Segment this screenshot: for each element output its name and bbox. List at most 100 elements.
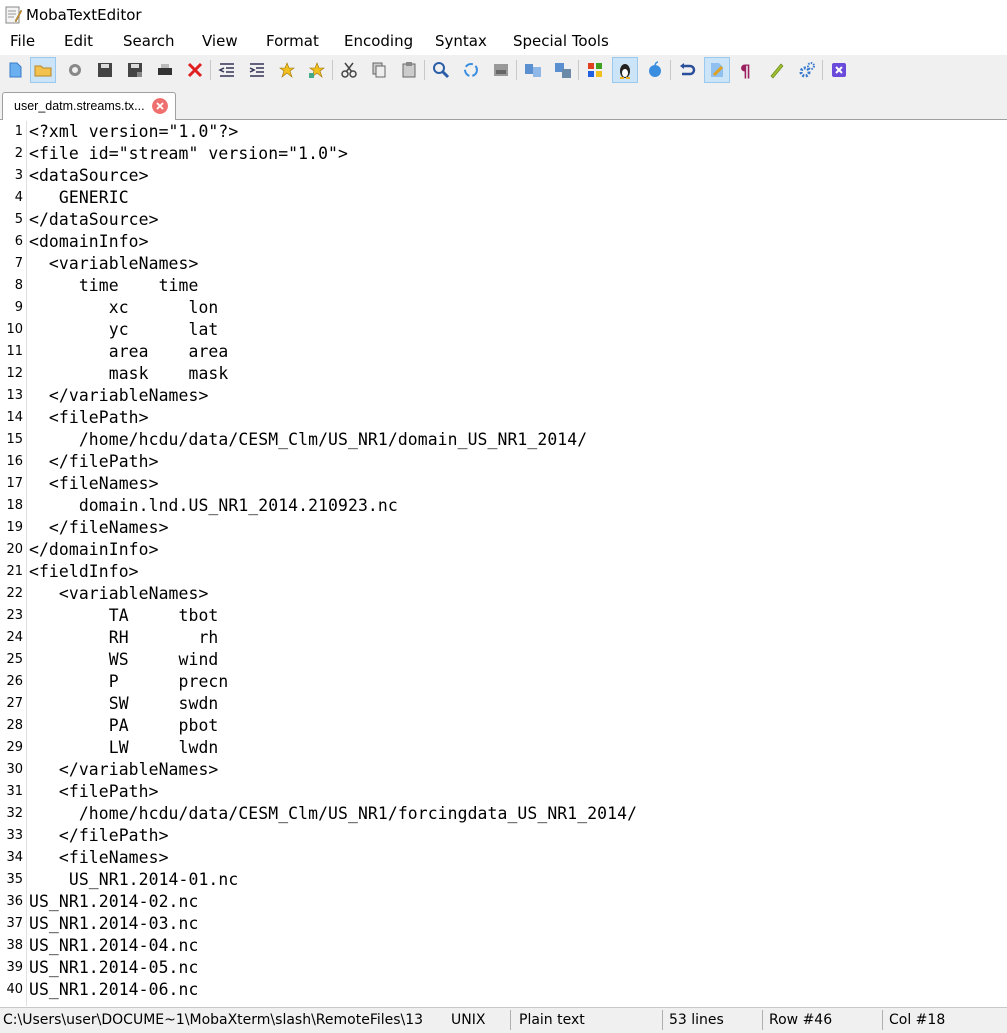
editor-line[interactable]: 10 yc lat bbox=[0, 319, 1007, 341]
editor-line[interactable]: 1 <?xml version="1.0"?> bbox=[0, 121, 1007, 143]
line-text: PA pbot bbox=[29, 716, 219, 735]
editor-line[interactable]: 25 WS wind bbox=[0, 649, 1007, 671]
menu-file[interactable]: File bbox=[10, 32, 35, 50]
status-row: Row #46 bbox=[769, 1012, 833, 1028]
open-folder-icon[interactable] bbox=[30, 57, 56, 83]
editor-line[interactable]: 13 </variableNames> bbox=[0, 385, 1007, 407]
settings-icon[interactable] bbox=[794, 57, 820, 83]
editor-line[interactable]: 17 <fileNames> bbox=[0, 473, 1007, 495]
bookmark-next-icon[interactable] bbox=[304, 57, 330, 83]
editor-line[interactable]: 20 </domainInfo> bbox=[0, 539, 1007, 561]
show-formatting-icon[interactable]: ¶ bbox=[734, 57, 760, 83]
editor-line[interactable]: 15 /home/hcdu/data/CESM_Clm/US_NR1/domai… bbox=[0, 429, 1007, 451]
editor-line[interactable]: 29 LW lwdn bbox=[0, 737, 1007, 759]
editor-line[interactable]: 38 US_NR1.2014-04.nc bbox=[0, 935, 1007, 957]
menu-syntax[interactable]: Syntax bbox=[435, 32, 487, 50]
menu-format[interactable]: Format bbox=[266, 32, 319, 50]
line-text: area area bbox=[29, 342, 229, 361]
paste-icon[interactable] bbox=[396, 57, 422, 83]
editor-line[interactable]: 5 </dataSource> bbox=[0, 209, 1007, 231]
menu-edit[interactable]: Edit bbox=[64, 32, 93, 50]
menu-view[interactable]: View bbox=[202, 32, 238, 50]
editor-line[interactable]: 37 US_NR1.2014-03.nc bbox=[0, 913, 1007, 935]
editor-line[interactable]: 16 </filePath> bbox=[0, 451, 1007, 473]
line-text: RH rh bbox=[29, 628, 219, 647]
editor-line[interactable]: 14 <filePath> bbox=[0, 407, 1007, 429]
editor-line[interactable]: 4 GENERIC bbox=[0, 187, 1007, 209]
editor-line[interactable]: 22 <variableNames> bbox=[0, 583, 1007, 605]
tab-close-icon[interactable] bbox=[152, 98, 168, 114]
editor-line[interactable]: 32 /home/hcdu/data/CESM_Clm/US_NR1/forci… bbox=[0, 803, 1007, 825]
reload-icon[interactable] bbox=[62, 57, 88, 83]
line-number: 10 bbox=[6, 322, 23, 337]
line-text: <filePath> bbox=[29, 782, 159, 801]
indent-decrease-icon[interactable] bbox=[214, 57, 240, 83]
line-text: /home/hcdu/data/CESM_Clm/US_NR1/domain_U… bbox=[29, 430, 588, 449]
editor-line[interactable]: 9 xc lon bbox=[0, 297, 1007, 319]
exit-icon[interactable] bbox=[826, 57, 852, 83]
save-icon[interactable] bbox=[92, 57, 118, 83]
highlight-icon[interactable] bbox=[704, 57, 730, 83]
line-number: 24 bbox=[6, 630, 23, 645]
editor-line[interactable]: 39 US_NR1.2014-05.nc bbox=[0, 957, 1007, 979]
editor-line[interactable]: 2 <file id="stream" version="1.0"> bbox=[0, 143, 1007, 165]
edit-pencil-icon[interactable] bbox=[764, 57, 790, 83]
editor-line[interactable]: 6 <domainInfo> bbox=[0, 231, 1007, 253]
line-number: 26 bbox=[6, 674, 23, 689]
line-number: 17 bbox=[6, 476, 23, 491]
line-text: </variableNames> bbox=[29, 760, 219, 779]
editor-line[interactable]: 34 <fileNames> bbox=[0, 847, 1007, 869]
line-number: 39 bbox=[6, 960, 23, 975]
print-icon[interactable] bbox=[152, 57, 178, 83]
bookmark-icon[interactable] bbox=[274, 57, 300, 83]
editor-line[interactable]: 18 domain.lnd.US_NR1_2014.210923.nc bbox=[0, 495, 1007, 517]
line-text: </domainInfo> bbox=[29, 540, 159, 559]
editor-line[interactable]: 36 US_NR1.2014-02.nc bbox=[0, 891, 1007, 913]
windows-eol-icon[interactable] bbox=[582, 57, 608, 83]
split-view-icon[interactable] bbox=[550, 57, 576, 83]
editor-line[interactable]: 26 P precn bbox=[0, 671, 1007, 693]
editor-line[interactable]: 12 mask mask bbox=[0, 363, 1007, 385]
mac-eol-icon[interactable] bbox=[642, 57, 668, 83]
new-file-icon[interactable] bbox=[2, 57, 28, 83]
line-text: US_NR1.2014-01.nc bbox=[29, 870, 239, 889]
tab-user-datm-streams[interactable]: user_datm.streams.tx... bbox=[2, 92, 176, 120]
editor-line[interactable]: 11 area area bbox=[0, 341, 1007, 363]
editor-line[interactable]: 33 </filePath> bbox=[0, 825, 1007, 847]
indent-increase-icon[interactable] bbox=[244, 57, 270, 83]
editor-line[interactable]: 28 PA pbot bbox=[0, 715, 1007, 737]
editor-line[interactable]: 7 <variableNames> bbox=[0, 253, 1007, 275]
editor-line[interactable]: 24 RH rh bbox=[0, 627, 1007, 649]
editor-line[interactable]: 23 TA tbot bbox=[0, 605, 1007, 627]
compare-icon[interactable] bbox=[520, 57, 546, 83]
menu-search[interactable]: Search bbox=[123, 32, 175, 50]
menu-encoding[interactable]: Encoding bbox=[344, 32, 413, 50]
status-bar: C:\Users\user\DOCUME~1\MobaXterm\slash\R… bbox=[0, 1007, 1007, 1033]
goto-icon[interactable] bbox=[488, 57, 514, 83]
toolbar: ¶ bbox=[0, 55, 1007, 85]
line-text: P precn bbox=[29, 672, 229, 691]
line-text: <fileNames> bbox=[29, 474, 159, 493]
close-file-icon[interactable] bbox=[182, 57, 208, 83]
editor-line[interactable]: 35 US_NR1.2014-01.nc bbox=[0, 869, 1007, 891]
find-icon[interactable] bbox=[428, 57, 454, 83]
editor-line[interactable]: 19 </fileNames> bbox=[0, 517, 1007, 539]
editor-line[interactable]: 21 <fieldInfo> bbox=[0, 561, 1007, 583]
editor-line[interactable]: 27 SW swdn bbox=[0, 693, 1007, 715]
linux-eol-icon[interactable] bbox=[612, 57, 638, 83]
cut-icon[interactable] bbox=[336, 57, 362, 83]
editor-line[interactable]: 30 </variableNames> bbox=[0, 759, 1007, 781]
menu-special-tools[interactable]: Special Tools bbox=[513, 32, 609, 50]
editor-line[interactable]: 8 time time bbox=[0, 275, 1007, 297]
editor-line[interactable]: 40 US_NR1.2014-06.nc bbox=[0, 979, 1007, 1001]
editor-line[interactable]: 31 <filePath> bbox=[0, 781, 1007, 803]
editor-line[interactable]: 3 <dataSource> bbox=[0, 165, 1007, 187]
text-editor[interactable]: 1 <?xml version="1.0"?> 2 <file id="stream"… bbox=[0, 121, 1007, 1006]
line-number: 35 bbox=[6, 872, 23, 887]
line-number: 5 bbox=[14, 212, 23, 227]
undo-icon[interactable] bbox=[674, 57, 700, 83]
copy-icon[interactable] bbox=[366, 57, 392, 83]
save-as-icon[interactable] bbox=[122, 57, 148, 83]
line-text: </filePath> bbox=[29, 452, 159, 471]
replace-icon[interactable] bbox=[458, 57, 484, 83]
